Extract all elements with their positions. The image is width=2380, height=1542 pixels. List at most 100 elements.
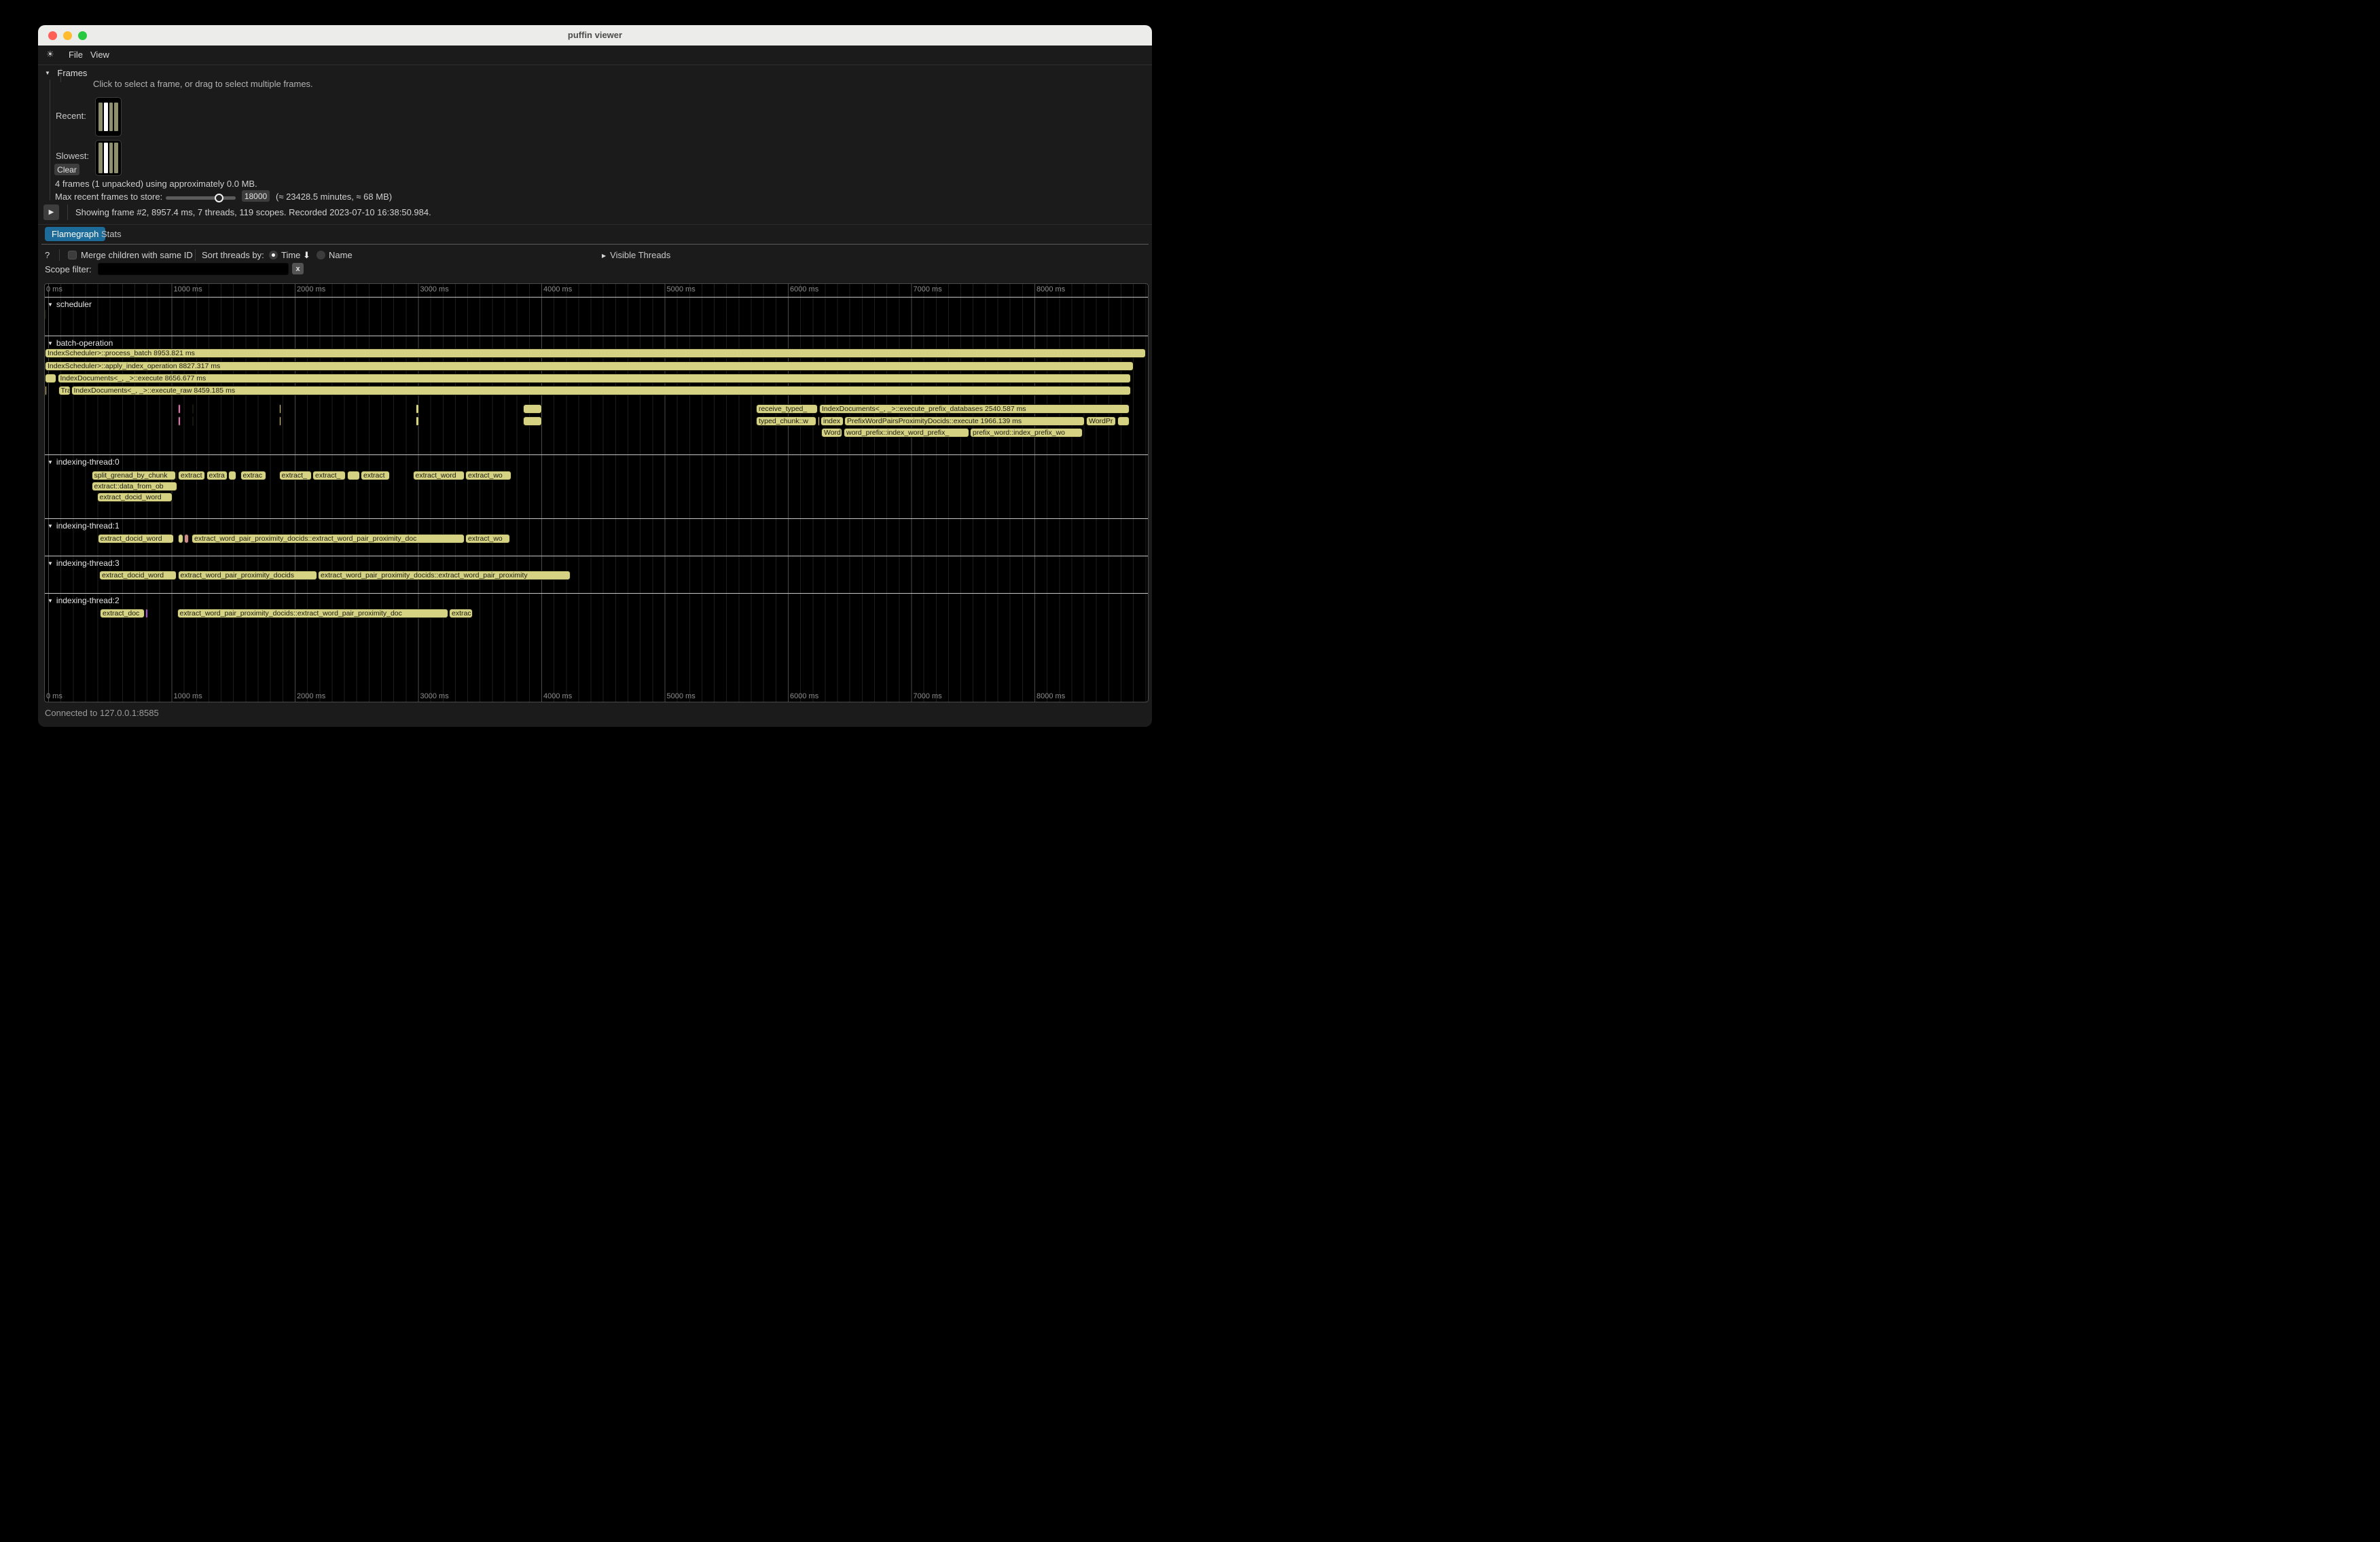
merge-children-checkbox[interactable] [68, 251, 77, 259]
thread-header[interactable]: ▼indexing-thread:3 [48, 558, 120, 568]
flame-bar[interactable]: split_grenad_by_chunk [92, 471, 176, 480]
flame-bar[interactable]: extract_ [312, 471, 346, 480]
flame-bar[interactable] [228, 471, 236, 480]
merge-children-label[interactable]: Merge children with same ID [81, 250, 193, 260]
flame-bar[interactable]: PrefixWordPairsProximityDocids::execute … [844, 416, 1085, 426]
flame-bar[interactable]: extract [361, 471, 390, 480]
flame-bar[interactable] [818, 416, 820, 426]
sort-name-radio[interactable] [317, 251, 325, 259]
clear-filter-button[interactable]: x [292, 263, 304, 274]
titlebar[interactable]: puffin viewer [38, 25, 1152, 46]
flame-bar[interactable]: extract_word_pair_proximity_docids::extr… [318, 571, 571, 580]
flame-bar[interactable]: prefix_word::index_prefix_wo [970, 428, 1083, 437]
flame-bar[interactable]: extract_doc [100, 609, 145, 618]
frame-bar[interactable] [114, 143, 118, 173]
flame-bar[interactable]: Trans [58, 386, 71, 395]
flame-bar[interactable]: extrac [240, 471, 266, 480]
flame-bar[interactable] [178, 404, 181, 414]
max-frames-value[interactable]: 18000 [242, 190, 270, 202]
collapse-icon: ▼ [48, 459, 53, 465]
menu-file[interactable]: File [69, 50, 83, 60]
flame-bar[interactable] [416, 416, 419, 426]
flame-bar[interactable]: extract_word_pair_proximity_docids::extr… [192, 534, 465, 543]
flame-bar[interactable]: IndexDocuments<_, _>::execute 8656.677 m… [58, 374, 1131, 383]
frame-bar[interactable] [114, 103, 118, 131]
thread-header[interactable]: ▼indexing-thread:2 [48, 596, 120, 605]
frame-bar[interactable] [98, 143, 103, 173]
flame-bar[interactable]: typed_chunk::w [756, 416, 816, 426]
selected-frame-bar[interactable] [104, 103, 108, 131]
frame-bar[interactable] [109, 103, 113, 131]
tab-stats[interactable]: Stats [101, 229, 122, 239]
thread-header[interactable]: ▼scheduler [48, 300, 92, 309]
flame-bar[interactable] [178, 534, 183, 543]
flame-bar[interactable] [279, 404, 281, 414]
flame-bar[interactable] [347, 471, 360, 480]
flame-bar[interactable]: extrac [449, 609, 473, 618]
scope-filter-input[interactable] [98, 263, 289, 275]
slowest-frames-thumbnail[interactable] [95, 140, 122, 176]
flame-bar[interactable] [1117, 416, 1130, 426]
divider [195, 249, 196, 261]
flame-bar[interactable] [178, 416, 181, 426]
flame-bar[interactable] [45, 374, 56, 383]
flame-bar[interactable] [523, 404, 542, 414]
flame-bar[interactable]: extract_docid_word [97, 492, 173, 502]
flame-bar[interactable] [45, 310, 46, 319]
theme-icon[interactable]: ☀ [46, 49, 54, 60]
flame-bar[interactable]: Word [821, 428, 842, 437]
sort-time-label[interactable]: Time [281, 250, 300, 260]
flame-bar[interactable] [184, 534, 189, 543]
flame-bar[interactable] [416, 404, 419, 414]
flame-bar[interactable]: receive_typed_ [756, 404, 818, 414]
visible-threads-header[interactable]: ▶Visible Threads [602, 250, 670, 260]
flame-bar[interactable]: extract_wo [465, 471, 511, 480]
flame-bar[interactable]: extract_wo [465, 534, 510, 543]
flame-bar[interactable] [145, 609, 148, 618]
flame-bar[interactable]: extract [178, 471, 205, 480]
thread-header[interactable]: ▼indexing-thread:0 [48, 457, 120, 467]
flame-bar[interactable]: extract::data_from_ob [92, 482, 177, 491]
flame-bar[interactable]: extract_word_pair_proximity_docids::extr… [177, 609, 448, 618]
flame-bar[interactable] [523, 416, 542, 426]
help-button[interactable]: ? [45, 250, 50, 260]
frames-section-header[interactable]: ▼ Frames [45, 67, 87, 79]
flame-bar[interactable]: extract_docid_word [98, 534, 174, 543]
frame-bar[interactable] [109, 143, 113, 173]
flame-bar[interactable]: IndexDocuments<_, _>::execute_raw 8459.1… [71, 386, 1131, 395]
tab-flamegraph[interactable]: Flamegraph [45, 227, 105, 241]
flame-bar[interactable] [279, 416, 281, 426]
flame-bar[interactable] [176, 471, 177, 480]
frame-bar[interactable] [98, 103, 103, 131]
thread-header[interactable]: ▼batch-operation [48, 338, 113, 348]
clear-button[interactable]: Clear [54, 164, 79, 175]
flame-bar[interactable] [45, 386, 47, 395]
flame-bar[interactable]: extract_docid_word [99, 571, 177, 580]
flame-bar[interactable]: extract_ [279, 471, 312, 480]
flamegraph-panel[interactable]: 0 ms1000 ms2000 ms3000 ms4000 ms5000 ms6… [44, 283, 1149, 702]
selected-frame-bar[interactable] [104, 143, 108, 173]
sort-time-radio[interactable] [269, 251, 278, 259]
flame-bar[interactable] [192, 404, 194, 414]
flame-bar[interactable]: extract_word_pair_proximity_docids [178, 571, 317, 580]
menu-view[interactable]: View [90, 50, 109, 60]
recent-frames-thumbnail[interactable] [95, 97, 122, 137]
max-frames-slider[interactable] [166, 196, 236, 200]
sort-direction-icon[interactable]: ⬇ [303, 250, 310, 261]
flame-bar[interactable]: word_prefix::index_word_prefix_ [844, 428, 969, 437]
flame-bar[interactable]: IndexDocuments<_, _>::execute_prefix_dat… [819, 404, 1130, 414]
flame-bar[interactable]: extract_word [413, 471, 465, 480]
max-frames-slider-knob[interactable] [215, 194, 223, 202]
divider [38, 224, 1152, 225]
status-bar-text: Connected to 127.0.0.1:8585 [45, 708, 159, 718]
flamegraph-sections: ▼scheduler▼batch-operationIndexScheduler… [45, 297, 1148, 696]
flame-bar[interactable]: extra [206, 471, 228, 480]
flame-bar[interactable]: IndexScheduler>::process_batch 8953.821 … [45, 348, 1146, 358]
sort-name-label[interactable]: Name [329, 250, 353, 260]
flame-bar[interactable] [192, 416, 194, 426]
flame-bar[interactable]: WordPr [1086, 416, 1116, 426]
play-button[interactable]: ▶ [43, 204, 59, 220]
thread-header[interactable]: ▼indexing-thread:1 [48, 521, 120, 531]
flame-bar[interactable]: index [821, 416, 844, 426]
flame-bar[interactable]: IndexScheduler>::apply_index_operation 8… [45, 361, 1134, 371]
